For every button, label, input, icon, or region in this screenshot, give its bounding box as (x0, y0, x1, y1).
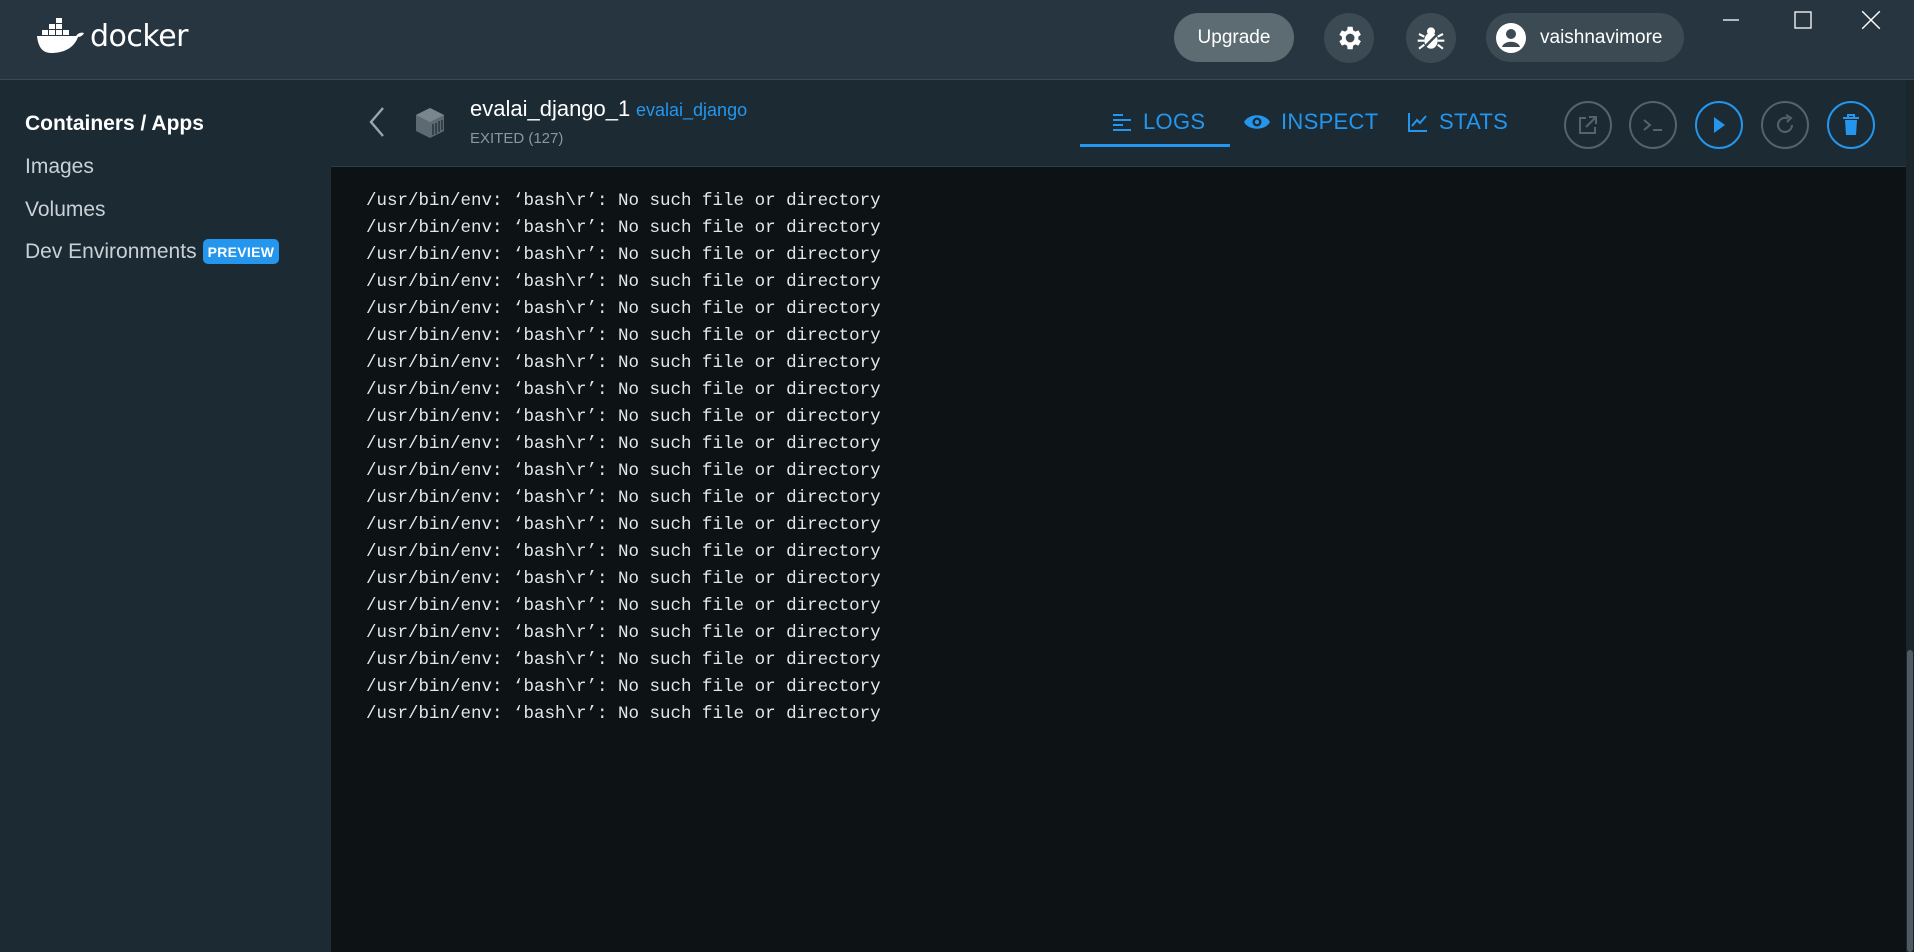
log-line: /usr/bin/env: ‘bash\r’: No such file or … (366, 407, 881, 427)
play-icon (1714, 117, 1725, 133)
tab-label: STATS (1439, 109, 1509, 134)
sidebar: Containers / Apps Images Volumes Dev Env… (0, 80, 331, 952)
minimize-icon (1723, 19, 1739, 21)
troubleshoot-button[interactable] (1406, 13, 1456, 63)
trash-icon (1843, 114, 1859, 135)
container-name: evalai_django_1 (470, 96, 631, 121)
log-line: /usr/bin/env: ‘bash\r’: No such file or … (366, 704, 881, 724)
start-button[interactable] (1695, 101, 1743, 149)
tab-stats[interactable]: STATS (1407, 102, 1508, 142)
account-button[interactable]: vaishnavimore (1486, 13, 1684, 62)
sidebar-item-label: Containers / Apps (25, 112, 204, 135)
active-tab-indicator (1080, 144, 1230, 147)
log-line: /usr/bin/env: ‘bash\r’: No such file or … (366, 380, 881, 400)
bug-icon (1417, 27, 1445, 50)
minimize-button[interactable] (1716, 8, 1746, 32)
sidebar-item-label: Dev Environments (25, 239, 197, 263)
sidebar-item-label: Volumes (25, 198, 106, 221)
cli-button[interactable] (1629, 101, 1677, 149)
log-line: /usr/bin/env: ‘bash\r’: No such file or … (366, 272, 881, 292)
back-button[interactable] (365, 102, 389, 142)
chart-line-icon (1408, 113, 1427, 132)
log-output: /usr/bin/env: ‘bash\r’: No such file or … (331, 167, 1906, 952)
user-name: vaishnavimore (1540, 26, 1663, 48)
log-line: /usr/bin/env: ‘bash\r’: No such file or … (366, 515, 881, 535)
title-bar: docker Upgrade vaishnavimore (0, 0, 1914, 80)
container-icon (416, 108, 444, 138)
chevron-left-icon (369, 107, 384, 137)
log-line: /usr/bin/env: ‘bash\r’: No such file or … (366, 596, 881, 616)
tab-label: INSPECT (1281, 109, 1379, 134)
sidebar-item-label: Images (25, 155, 94, 178)
eye-icon (1244, 115, 1270, 129)
docker-logo-text: docker (90, 18, 189, 54)
log-line: /usr/bin/env: ‘bash\r’: No such file or … (366, 488, 881, 508)
delete-button[interactable] (1827, 101, 1875, 149)
restart-button[interactable] (1761, 101, 1809, 149)
restart-icon (1777, 114, 1793, 133)
log-line: /usr/bin/env: ‘bash\r’: No such file or … (366, 677, 881, 697)
log-line: /usr/bin/env: ‘bash\r’: No such file or … (366, 569, 881, 589)
tab-logs[interactable]: LOGS (1111, 102, 1205, 142)
external-link-icon (1579, 116, 1597, 134)
maximize-icon (1794, 11, 1812, 29)
gear-icon (1339, 26, 1361, 50)
log-line: /usr/bin/env: ‘bash\r’: No such file or … (366, 218, 881, 238)
container-image-link[interactable]: evalai_django (636, 100, 747, 121)
tab-inspect[interactable]: INSPECT (1243, 102, 1378, 142)
user-avatar-icon (1496, 22, 1526, 53)
settings-button[interactable] (1324, 13, 1374, 63)
upgrade-button[interactable]: Upgrade (1174, 13, 1294, 62)
log-line: /usr/bin/env: ‘bash\r’: No such file or … (366, 623, 881, 643)
maximize-button[interactable] (1788, 8, 1818, 32)
preview-badge: PREVIEW (202, 239, 280, 264)
log-line: /usr/bin/env: ‘bash\r’: No such file or … (366, 353, 881, 373)
log-line: /usr/bin/env: ‘bash\r’: No such file or … (366, 245, 881, 265)
terminal-icon (1643, 119, 1662, 131)
container-status: EXITED (127) (470, 130, 564, 147)
docker-whale-icon (37, 18, 84, 53)
sidebar-item-volumes[interactable]: Volumes (25, 198, 106, 222)
log-line: /usr/bin/env: ‘bash\r’: No such file or … (366, 434, 881, 454)
tab-label: LOGS (1143, 109, 1206, 134)
logs-icon (1113, 114, 1131, 131)
sidebar-item-containers[interactable]: Containers / Apps (25, 112, 204, 136)
log-line: /usr/bin/env: ‘bash\r’: No such file or … (366, 650, 881, 670)
log-line: /usr/bin/env: ‘bash\r’: No such file or … (366, 299, 881, 319)
log-line: /usr/bin/env: ‘bash\r’: No such file or … (366, 191, 881, 211)
container-header: evalai_django_1 evalai_django EXITED (12… (331, 80, 1906, 167)
scrollbar-thumb[interactable] (1907, 650, 1913, 952)
close-icon (1861, 10, 1881, 30)
open-in-browser-button[interactable] (1564, 101, 1612, 149)
docker-logo: docker (36, 18, 189, 54)
log-line: /usr/bin/env: ‘bash\r’: No such file or … (366, 542, 881, 562)
log-line: /usr/bin/env: ‘bash\r’: No such file or … (366, 461, 881, 481)
close-window-button[interactable] (1856, 8, 1886, 32)
log-line: /usr/bin/env: ‘bash\r’: No such file or … (366, 326, 881, 346)
sidebar-item-dev-environments[interactable]: Dev Environments PREVIEW (25, 239, 280, 264)
sidebar-item-images[interactable]: Images (25, 155, 94, 179)
